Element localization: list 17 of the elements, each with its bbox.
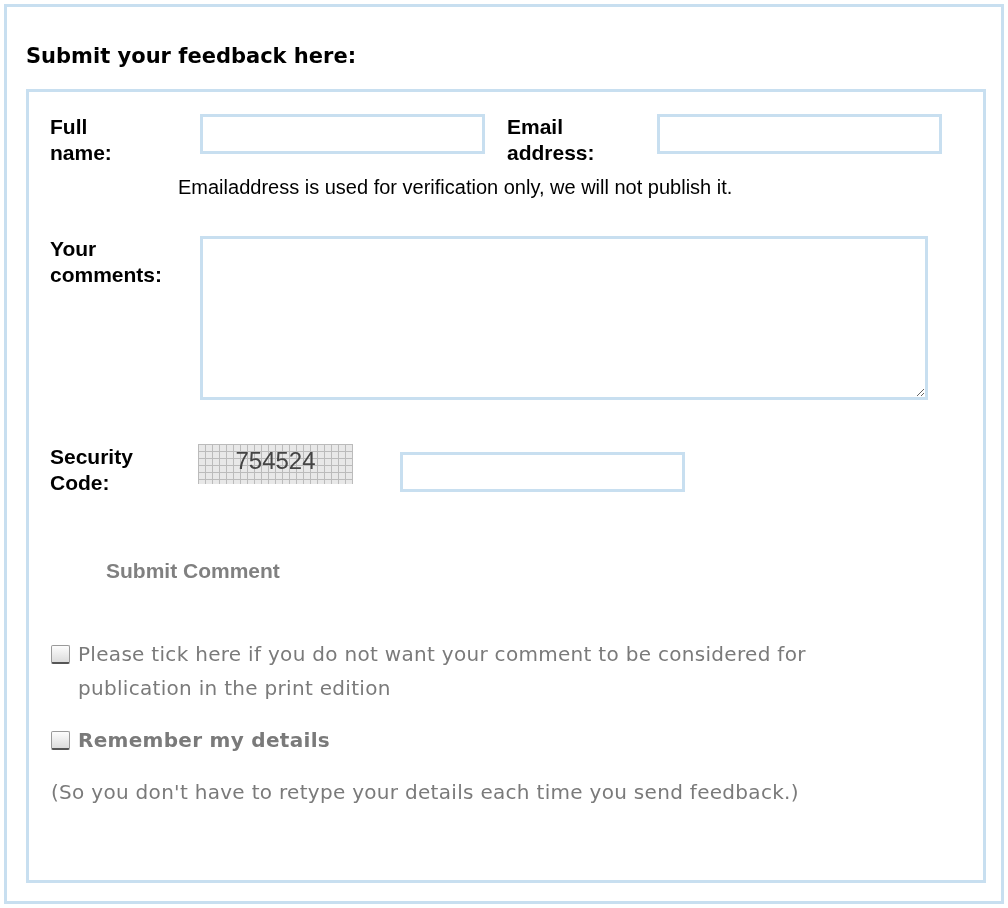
checkbox[interactable] xyxy=(51,731,70,750)
details-note: (So you don't have to retype your details each time you send feedback.) xyxy=(51,779,800,806)
field-label: Email address: xyxy=(507,114,595,166)
option-label: Remember my details xyxy=(78,727,330,754)
field-label: Security Code: xyxy=(50,444,133,496)
submit-button[interactable]: Submit Comment xyxy=(106,558,280,584)
field-label: Full name: xyxy=(50,114,112,166)
comments-field[interactable] xyxy=(200,236,928,400)
email-field[interactable] xyxy=(657,114,942,154)
name-field[interactable] xyxy=(200,114,485,154)
option-label: Please tick here if you do not want your comment to be considered for publication in the print edition xyxy=(78,641,807,702)
field-label: Your comments: xyxy=(50,236,162,288)
captcha-code: 754524 xyxy=(198,444,353,484)
security-code-field[interactable] xyxy=(400,452,685,492)
checkbox[interactable] xyxy=(51,645,70,664)
email-note: Emailaddress is used for verification only, we will not publish it. xyxy=(178,175,734,200)
feedback-heading: Submit your feedback here: xyxy=(26,43,358,70)
